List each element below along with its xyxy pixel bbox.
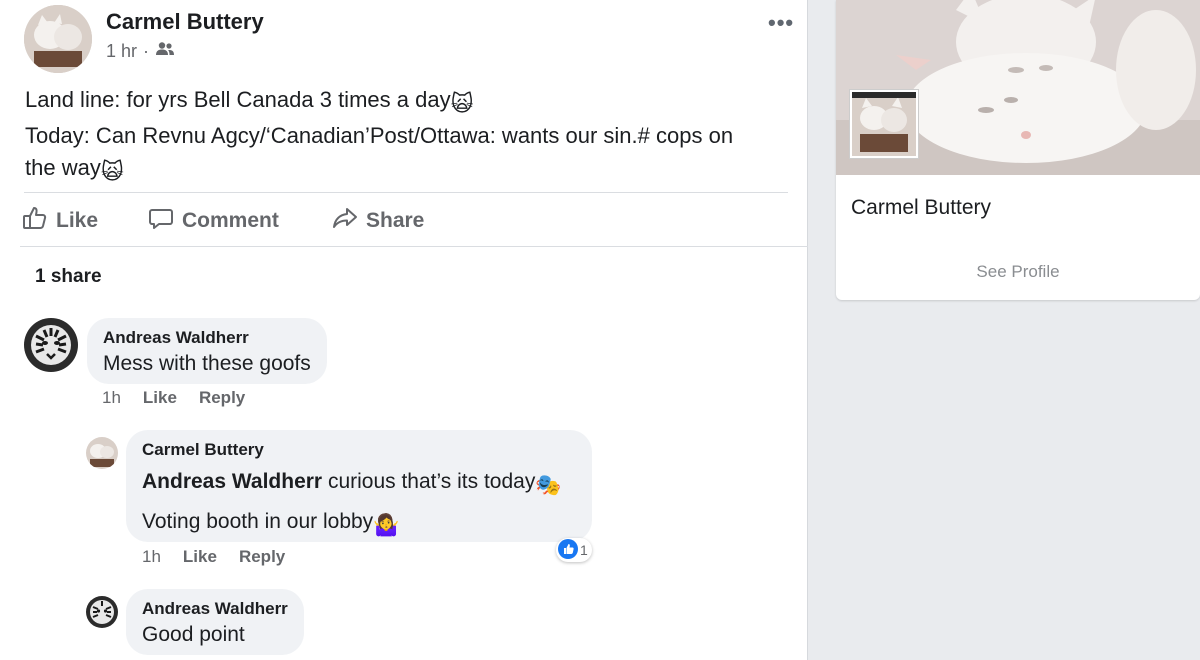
comment-reply-button[interactable]: Reply — [199, 388, 245, 408]
comment-actions: 1h Like Reply — [142, 547, 285, 567]
comment-time[interactable]: 1h — [142, 547, 161, 567]
profile-card: Carmel Buttery See Profile — [836, 0, 1200, 300]
comment-button[interactable]: Comment — [148, 205, 279, 237]
post-text-line: Land line: for yrs Bell Canada 3 times a… — [25, 84, 785, 120]
divider — [20, 246, 808, 247]
comment-time[interactable]: 1h — [102, 388, 121, 408]
comment-like-button[interactable]: Like — [183, 547, 217, 567]
comment-author[interactable]: Carmel Buttery — [142, 438, 576, 462]
author-avatar[interactable] — [24, 5, 92, 73]
post-author-name[interactable]: Carmel Buttery — [106, 9, 264, 35]
see-profile-link[interactable]: See Profile — [836, 262, 1200, 282]
comment-actions: 1h Like Reply — [102, 388, 245, 408]
share-button[interactable]: Share — [332, 205, 424, 237]
comment-reply-button[interactable]: Reply — [239, 547, 285, 567]
divider — [24, 192, 788, 193]
comment-text: Voting booth in our lobby🤷‍♀️ — [142, 508, 576, 540]
comment-text: Good point — [142, 623, 245, 646]
meta-separator: · — [143, 41, 150, 61]
performing-arts-emoji: 🎭 — [535, 474, 562, 497]
comment-label: Comment — [182, 209, 279, 232]
like-button[interactable]: Like — [22, 205, 98, 237]
like-reaction-icon — [558, 538, 578, 562]
comment-like-button[interactable]: Like — [143, 388, 177, 408]
profile-thumbnail[interactable] — [850, 90, 918, 158]
comment-author[interactable]: Andreas Waldherr — [142, 597, 288, 621]
scream-cat-emoji: 🙀 — [450, 91, 474, 116]
comment-bubble: Andreas Waldherr Good point — [126, 589, 304, 655]
post-time[interactable]: 1 hr — [106, 41, 137, 62]
post-card: Carmel Buttery 1 hr · ••• Land line: for… — [0, 0, 808, 660]
post-text-line: the way🙀 — [25, 152, 785, 188]
share-arrow-icon — [332, 205, 358, 237]
comment-text: Andreas Waldherr curious that’s its toda… — [142, 468, 576, 500]
more-options-icon[interactable]: ••• — [768, 10, 794, 36]
mention-link[interactable]: Andreas Waldherr — [142, 470, 322, 493]
scream-cat-emoji: 🙀 — [100, 159, 124, 184]
commenter-avatar[interactable] — [86, 596, 118, 628]
commenter-avatar[interactable] — [86, 437, 118, 469]
profile-name[interactable]: Carmel Buttery — [851, 196, 991, 220]
thumbs-up-icon — [22, 205, 48, 237]
share-label: Share — [366, 209, 425, 232]
reaction-badge[interactable]: 1 — [556, 538, 592, 562]
commenter-avatar[interactable] — [24, 318, 78, 372]
shrug-emoji: 🤷‍♀️ — [373, 514, 400, 537]
like-label: Like — [56, 209, 99, 232]
post-meta: 1 hr · — [106, 41, 175, 62]
comment-bubble: Carmel Buttery Andreas Waldherr curious … — [126, 430, 592, 542]
comment-bubble-icon — [148, 205, 174, 237]
comment-text: Mess with these goofs — [103, 352, 311, 375]
comment-bubble: Andreas Waldherr Mess with these goofs — [87, 318, 327, 384]
post-text: Land line: for yrs Bell Canada 3 times a… — [25, 84, 785, 188]
comment-author[interactable]: Andreas Waldherr — [103, 326, 311, 350]
reaction-count: 1 — [580, 542, 588, 558]
friends-audience-icon — [155, 41, 175, 62]
shares-count[interactable]: 1 share — [35, 266, 102, 288]
post-text-line: Today: Can Revnu Agcy/‘Canadian’Post/Ott… — [25, 123, 734, 148]
